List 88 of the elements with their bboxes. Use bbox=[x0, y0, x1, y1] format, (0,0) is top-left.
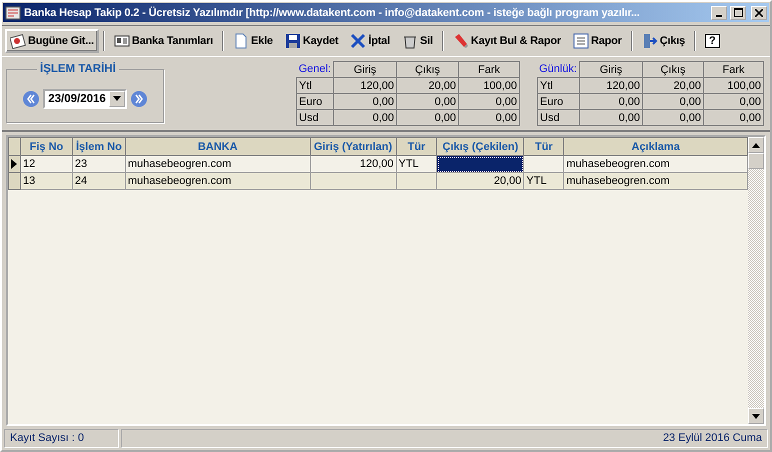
summary-cell: 0,00 bbox=[704, 94, 764, 110]
table-cell[interactable]: muhasebeogren.com bbox=[125, 172, 310, 190]
date-picker[interactable]: 23/09/2016 bbox=[43, 88, 127, 108]
previous-day-button[interactable] bbox=[23, 90, 40, 106]
summary-cell: 0,00 bbox=[334, 110, 396, 126]
column-header[interactable]: Giriş (Yatırılan) bbox=[310, 138, 396, 156]
help-icon: ? bbox=[705, 34, 720, 48]
save-icon bbox=[284, 33, 301, 49]
close-icon bbox=[755, 8, 763, 16]
summary-cell: 100,00 bbox=[704, 78, 764, 94]
table-cell[interactable]: muhasebeogren.com bbox=[564, 156, 748, 172]
scroll-down-icon bbox=[752, 414, 760, 418]
summary-cell: 0,00 bbox=[396, 110, 458, 126]
table-cell[interactable] bbox=[396, 172, 437, 190]
column-header[interactable]: Tür bbox=[524, 138, 564, 156]
summary-cell: 20,00 bbox=[396, 78, 458, 94]
currency-label: Ytl bbox=[538, 78, 580, 94]
table-cell[interactable]: 20,00 bbox=[436, 172, 524, 190]
summary-cell: 120,00 bbox=[580, 78, 642, 94]
table-cell[interactable] bbox=[436, 156, 524, 172]
scroll-down-button[interactable] bbox=[748, 408, 764, 424]
currency-label: Ytl bbox=[296, 78, 334, 94]
window-title: Banka Hesap Takip 0.2 - Ücretsiz Yazılımdır [http://www.datakent.com - info@datakent.com - isteğe bağlı program yazılır... bbox=[24, 6, 640, 18]
scroll-up-button[interactable] bbox=[748, 137, 764, 153]
dropdown-arrow-icon bbox=[112, 96, 121, 101]
document-icon bbox=[233, 33, 250, 49]
status-date: 23 Eylül 2016 Cuma bbox=[121, 429, 768, 448]
summary-cell: 0,00 bbox=[458, 110, 520, 126]
summary-header: Giriş bbox=[334, 62, 396, 78]
summary-header: Fark bbox=[704, 62, 764, 78]
summary-label: Genel: bbox=[296, 62, 334, 78]
currency-label: Usd bbox=[296, 110, 334, 126]
column-header[interactable]: İşlem No bbox=[72, 138, 126, 156]
group-title: İŞLEM TARİHİ bbox=[39, 63, 117, 75]
summary-cell: 0,00 bbox=[642, 94, 704, 110]
table-cell[interactable]: 13 bbox=[20, 172, 72, 190]
vertical-scrollbar[interactable] bbox=[748, 137, 764, 424]
flashlight-icon bbox=[452, 33, 469, 49]
summary-cell: 20,00 bbox=[642, 78, 704, 94]
minimize-button[interactable] bbox=[711, 6, 727, 20]
id-card-icon bbox=[114, 33, 130, 49]
summary-label: Günlük: bbox=[538, 62, 580, 78]
summary-cell: 0,00 bbox=[334, 94, 396, 110]
currency-label: Usd bbox=[538, 110, 580, 126]
app-icon bbox=[5, 4, 21, 20]
table-cell[interactable] bbox=[524, 156, 564, 172]
summary-header: Giriş bbox=[580, 62, 642, 78]
summary-header: Fark bbox=[458, 62, 520, 78]
column-header[interactable]: BANKA bbox=[125, 138, 310, 156]
table-cell[interactable]: YTL bbox=[396, 156, 437, 172]
table-cell[interactable]: 24 bbox=[72, 172, 126, 190]
report-icon bbox=[572, 33, 589, 49]
column-header[interactable]: Açıklama bbox=[564, 138, 748, 156]
minimize-icon bbox=[716, 14, 722, 16]
next-day-button[interactable] bbox=[130, 90, 147, 106]
column-header[interactable]: Çıkış (Çekilen) bbox=[436, 138, 524, 156]
table-cell[interactable] bbox=[310, 172, 396, 190]
column-header[interactable]: Tür bbox=[396, 138, 437, 156]
summary-cell: 0,00 bbox=[704, 110, 764, 126]
scroll-thumb[interactable] bbox=[748, 153, 764, 169]
summary-cell: 0,00 bbox=[642, 110, 704, 126]
exit-door-icon bbox=[642, 33, 658, 49]
table-cell[interactable]: muhasebeogren.com bbox=[125, 156, 310, 172]
column-header[interactable]: Fiş No bbox=[20, 138, 72, 156]
close-button[interactable] bbox=[751, 6, 767, 20]
calendar-icon bbox=[10, 33, 26, 49]
table-cell[interactable]: 120,00 bbox=[310, 156, 396, 172]
table-cell[interactable]: 12 bbox=[20, 156, 72, 172]
currency-label: Euro bbox=[538, 94, 580, 110]
summary-cell: 100,00 bbox=[458, 78, 520, 94]
table-cell[interactable]: YTL bbox=[524, 172, 564, 190]
currency-label: Euro bbox=[296, 94, 334, 110]
maximize-button[interactable] bbox=[730, 6, 746, 20]
summary-header: Çıkış bbox=[642, 62, 704, 78]
summary-cell: 0,00 bbox=[580, 110, 642, 126]
table-cell[interactable]: 23 bbox=[72, 156, 126, 172]
summary-header: Çıkış bbox=[396, 62, 458, 78]
toolbar-button[interactable]: Bugüne Git... bbox=[5, 29, 99, 53]
maximize-icon bbox=[734, 8, 742, 17]
scroll-up-icon bbox=[752, 142, 760, 148]
cross-icon bbox=[350, 33, 366, 49]
summary-cell: 0,00 bbox=[458, 94, 520, 110]
summary-cell: 120,00 bbox=[334, 78, 396, 94]
table-cell[interactable]: muhasebeogren.com bbox=[564, 172, 748, 190]
row-indicator[interactable] bbox=[8, 156, 20, 172]
summary-cell: 0,00 bbox=[396, 94, 458, 110]
summary-cell: 0,00 bbox=[580, 94, 642, 110]
record-count: Kayıt Sayısı : 0 bbox=[4, 429, 119, 448]
